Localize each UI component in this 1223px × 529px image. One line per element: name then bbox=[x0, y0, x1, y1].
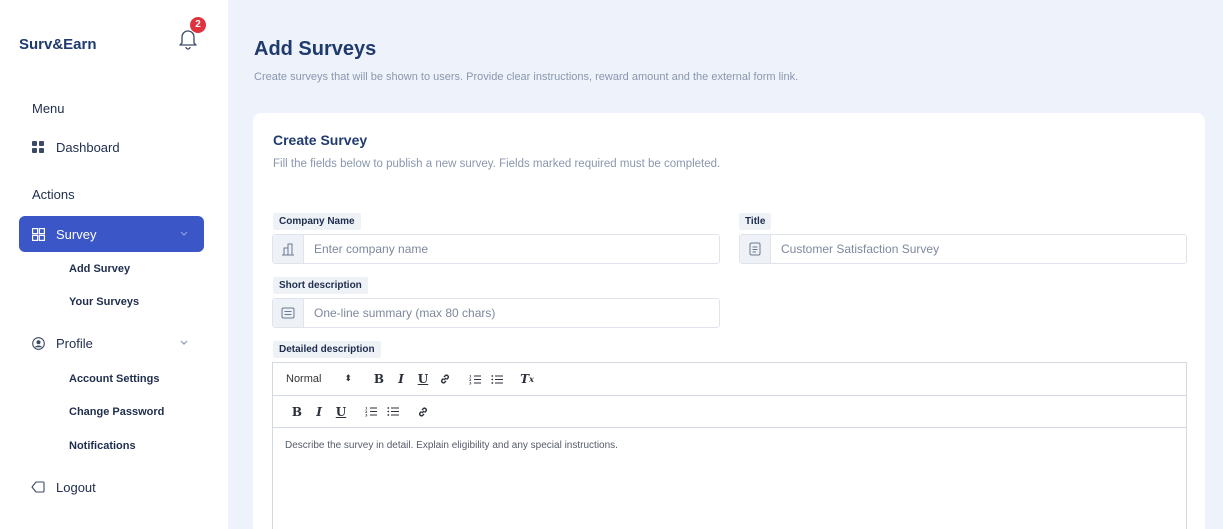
updown-arrows-icon: ⬍ bbox=[344, 373, 352, 383]
title-group bbox=[739, 234, 1187, 264]
format-select[interactable]: Normal ⬍ bbox=[286, 373, 362, 385]
editor-toolbar-secondary: B I U 123 bbox=[273, 396, 1186, 428]
card-title: Create Survey bbox=[273, 132, 368, 148]
notification-badge: 2 bbox=[190, 17, 206, 33]
editor-toolbar: Normal ⬍ B I U 123 Tx bbox=[273, 363, 1186, 396]
chevron-down-icon[interactable] bbox=[178, 227, 190, 239]
sidebar-item-dashboard[interactable]: Dashboard bbox=[19, 129, 204, 165]
sidebar-item-logout[interactable]: Logout bbox=[19, 469, 204, 505]
sidebar-item-label: Profile bbox=[56, 335, 93, 351]
actions-section-label: Actions bbox=[32, 187, 75, 202]
text-lines-icon bbox=[273, 299, 304, 327]
sidebar-subitem-change-password[interactable]: Change Password bbox=[69, 406, 164, 418]
editor-content[interactable]: Describe the survey in detail. Explain e… bbox=[273, 428, 1186, 463]
svg-text:3: 3 bbox=[365, 414, 368, 418]
chevron-down-icon[interactable] bbox=[178, 336, 190, 348]
italic-button[interactable]: I bbox=[308, 402, 330, 422]
short-description-group bbox=[272, 298, 720, 328]
ordered-list-icon[interactable]: 123 bbox=[360, 402, 382, 422]
sidebar-item-label: Logout bbox=[56, 479, 96, 495]
underline-button[interactable]: U bbox=[330, 402, 352, 422]
sidebar-subitem-add-survey[interactable]: Add Survey bbox=[69, 263, 130, 275]
bold-button[interactable]: B bbox=[286, 402, 308, 422]
title-input[interactable] bbox=[771, 235, 1186, 263]
sidebar-item-survey[interactable]: Survey bbox=[19, 216, 204, 252]
clear-format-icon[interactable]: Tx bbox=[516, 369, 538, 389]
sidebar-subitem-notifications[interactable]: Notifications bbox=[69, 440, 136, 452]
short-description-label: Short description bbox=[273, 277, 368, 294]
survey-icon bbox=[31, 227, 45, 241]
bullet-list-icon[interactable] bbox=[486, 369, 508, 389]
link-icon[interactable] bbox=[412, 402, 434, 422]
page-title: Add Surveys bbox=[254, 38, 377, 60]
sidebar-subitem-account-settings[interactable]: Account Settings bbox=[69, 373, 159, 385]
title-label: Title bbox=[739, 213, 772, 230]
bullet-list-icon[interactable] bbox=[382, 402, 404, 422]
page-subtitle: Create surveys that will be shown to use… bbox=[254, 71, 799, 83]
menu-section-label: Menu bbox=[32, 101, 65, 116]
building-icon bbox=[273, 235, 304, 263]
detailed-description-label: Detailed description bbox=[273, 341, 381, 358]
company-name-input[interactable] bbox=[304, 235, 719, 263]
italic-button[interactable]: I bbox=[390, 369, 412, 389]
sidebar-subitem-your-surveys[interactable]: Your Surveys bbox=[69, 296, 139, 308]
rich-text-editor: Normal ⬍ B I U 123 Tx B I U 123 Describe… bbox=[272, 362, 1187, 529]
sidebar: Surv&Earn 2 Menu Dashboard Actions Surve… bbox=[0, 0, 228, 529]
underline-button[interactable]: U bbox=[412, 369, 434, 389]
format-select-value: Normal bbox=[286, 373, 322, 385]
svg-text:3: 3 bbox=[469, 381, 472, 385]
company-name-label: Company Name bbox=[273, 213, 361, 230]
ordered-list-icon[interactable]: 123 bbox=[464, 369, 486, 389]
card-subtitle: Fill the fields below to publish a new s… bbox=[273, 158, 721, 170]
link-icon[interactable] bbox=[434, 369, 456, 389]
brand-logo[interactable]: Surv&Earn bbox=[19, 36, 97, 53]
short-description-input[interactable] bbox=[304, 299, 719, 327]
company-name-group bbox=[272, 234, 720, 264]
dashboard-icon bbox=[31, 140, 45, 154]
sidebar-item-label: Survey bbox=[56, 226, 97, 242]
logout-icon bbox=[31, 480, 45, 494]
sidebar-item-label: Dashboard bbox=[56, 139, 120, 155]
document-icon bbox=[740, 235, 771, 263]
bold-button[interactable]: B bbox=[368, 369, 390, 389]
sidebar-item-profile[interactable]: Profile bbox=[19, 325, 204, 361]
user-circle-icon bbox=[31, 336, 45, 350]
